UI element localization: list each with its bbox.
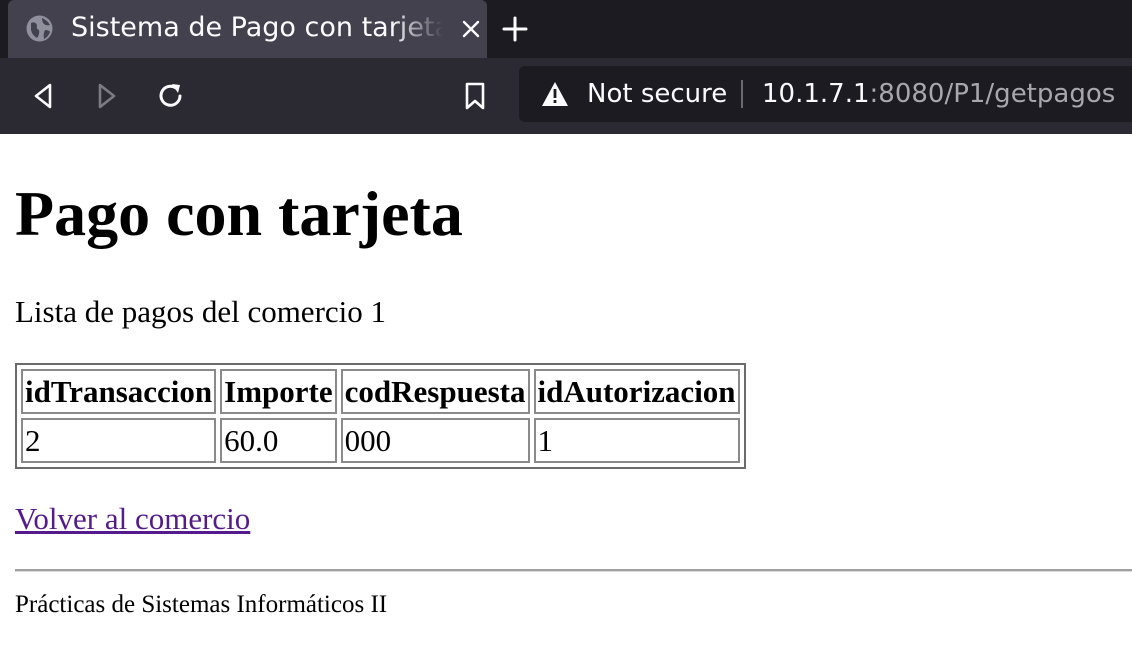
browser-tab[interactable]: Sistema de Pago con tarjeta <box>8 0 487 58</box>
reload-button[interactable] <box>151 76 191 116</box>
column-header: idTransaccion <box>21 369 217 414</box>
table-cell: 2 <box>21 418 217 463</box>
forward-icon <box>98 83 116 109</box>
bookmark-icon <box>465 82 485 110</box>
payments-table: idTransaccion Importe codRespuesta idAut… <box>15 363 746 469</box>
warning-icon[interactable] <box>541 81 569 107</box>
column-header: Importe <box>220 369 337 414</box>
table-cell: 1 <box>533 418 740 463</box>
page-footer: Prácticas de Sistemas Informáticos II <box>15 591 388 618</box>
back-to-shop-link[interactable]: Volver al comercio <box>15 500 250 538</box>
page-title: Pago con tarjeta <box>15 178 463 249</box>
plus-icon <box>502 16 528 42</box>
page-content: Pago con tarjeta Lista de pagos del come… <box>0 134 1132 645</box>
table-cell: 60.0 <box>220 418 337 463</box>
new-tab-button[interactable] <box>498 12 532 46</box>
url-bar[interactable]: Not secure 10.1.7.1:8080/P1/getpagos <box>519 66 1132 122</box>
table-row: 2 60.0 000 1 <box>21 418 740 463</box>
navigation-toolbar: Not secure 10.1.7.1:8080/P1/getpagos <box>0 58 1132 134</box>
tab-strip: Sistema de Pago con tarjeta <box>0 0 1132 58</box>
url-host: 10.1.7.1 <box>762 79 870 109</box>
url-separator <box>741 80 743 108</box>
globe-icon <box>26 15 53 42</box>
url-text[interactable]: 10.1.7.1:8080/P1/getpagos <box>762 76 1115 112</box>
close-icon[interactable] <box>456 14 486 44</box>
table-cell: 000 <box>340 418 530 463</box>
url-path: :8080/P1/getpagos <box>869 79 1116 109</box>
column-header: idAutorizacion <box>533 369 740 414</box>
bookmark-button[interactable] <box>455 76 495 116</box>
back-button[interactable] <box>23 76 63 116</box>
table-header-row: idTransaccion Importe codRespuesta idAut… <box>21 369 740 414</box>
forward-button[interactable] <box>87 76 127 116</box>
column-header: codRespuesta <box>340 369 530 414</box>
reload-icon <box>159 84 182 107</box>
tab-title: Sistema de Pago con tarjeta <box>71 12 443 43</box>
horizontal-divider <box>15 569 1132 572</box>
security-label[interactable]: Not secure <box>587 76 727 112</box>
page-subtitle: Lista de pagos del comercio 1 <box>15 294 387 329</box>
back-icon <box>34 83 52 109</box>
